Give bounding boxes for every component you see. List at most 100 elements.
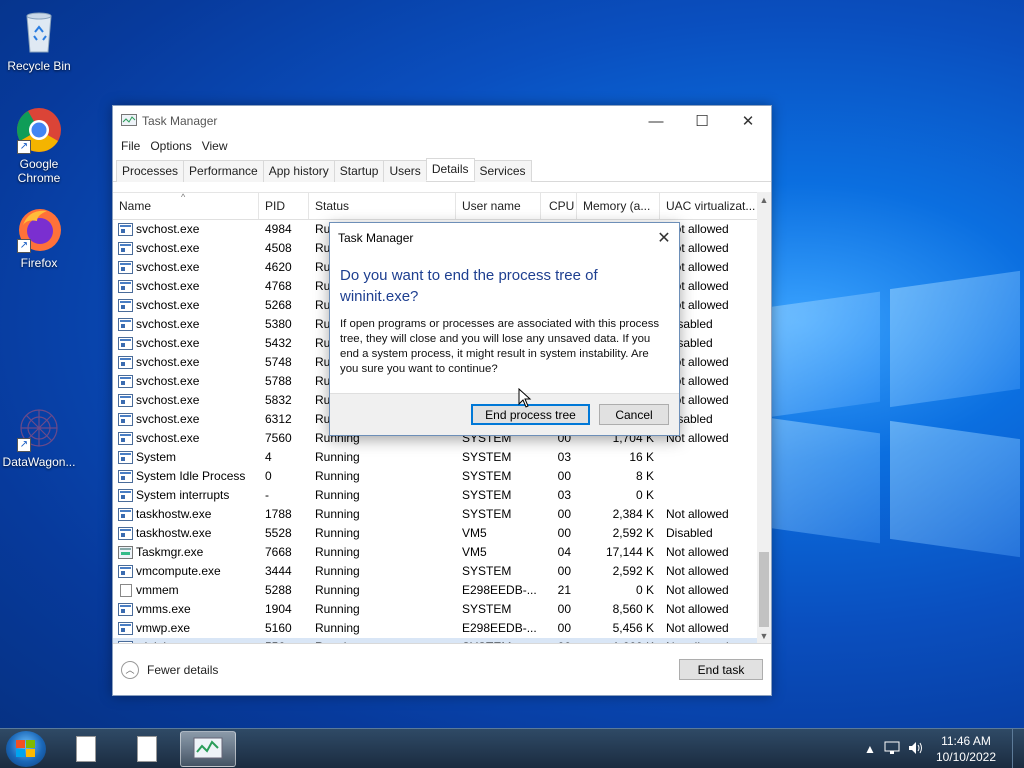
- vertical-scrollbar[interactable]: ▲ ▼: [757, 192, 771, 644]
- cell-status: Running: [315, 450, 360, 464]
- desktop-icon-datawagon[interactable]: ↗ DataWagon...: [0, 404, 78, 469]
- minimize-button[interactable]: —: [633, 106, 679, 136]
- process-icon: [118, 394, 133, 407]
- cell-user-name: VM5: [462, 545, 487, 559]
- column-header-uac[interactable]: UAC virtualizat...: [660, 193, 757, 219]
- taskbar-item-document-1[interactable]: [58, 731, 114, 767]
- clock[interactable]: 11:46 AM 10/10/2022: [936, 733, 996, 765]
- cell-name: svchost.exe: [113, 315, 259, 334]
- table-row[interactable]: Taskmgr.exe 7668 Running VM5 04 17,144 K Not a…: [113, 543, 757, 562]
- table-row[interactable]: vmcompute.exe 3444 Running SYSTEM 00 2,592 K N…: [113, 562, 757, 581]
- chrome-icon: ↗: [15, 106, 63, 154]
- process-name: System Idle Process: [136, 469, 246, 483]
- table-row[interactable]: System 4 Running SYSTEM 03 16 K: [113, 448, 757, 467]
- cell-uac: Not allowed: [666, 564, 729, 578]
- cell-cpu: 21: [557, 583, 571, 597]
- title-bar[interactable]: Task Manager — ☐ ✕: [113, 106, 771, 136]
- scroll-up-arrow-icon[interactable]: ▲: [757, 192, 771, 208]
- desktop-icon-firefox[interactable]: ↗ Firefox: [0, 205, 78, 270]
- column-header-name[interactable]: Name: [113, 193, 259, 219]
- process-name: svchost.exe: [136, 260, 200, 274]
- tab-processes[interactable]: Processes: [116, 160, 185, 182]
- process-icon: [118, 489, 133, 502]
- tab-details[interactable]: Details: [425, 158, 475, 181]
- process-icon: [118, 356, 133, 369]
- tab-users[interactable]: Users: [383, 160, 427, 182]
- scrollbar-thumb[interactable]: [759, 552, 769, 627]
- cell-pid: 4984: [265, 222, 292, 236]
- table-row[interactable]: taskhostw.exe 5528 Running VM5 00 2,592 K Disa…: [113, 524, 757, 543]
- desktop-icon-recycle-bin[interactable]: Recycle Bin: [0, 8, 78, 73]
- cell-pid: 3444: [265, 564, 292, 578]
- process-icon: [118, 527, 133, 540]
- show-desktop-button[interactable]: [1012, 729, 1024, 768]
- cell-status: Running: [315, 621, 360, 635]
- process-name: svchost.exe: [136, 298, 200, 312]
- cell-status: Running: [315, 545, 360, 559]
- tray-expand-icon[interactable]: ▲: [864, 742, 876, 756]
- cell-name: vmmem: [113, 581, 259, 600]
- process-icon: [118, 432, 133, 445]
- cell-uac: [660, 467, 757, 486]
- scroll-down-arrow-icon[interactable]: ▼: [757, 628, 771, 644]
- cell-pid: 4508: [265, 241, 292, 255]
- maximize-button[interactable]: ☐: [679, 106, 725, 136]
- cell-user-name: E298EEDB-...: [462, 621, 537, 635]
- dialog-title: Task Manager: [338, 231, 414, 245]
- table-row[interactable]: vmms.exe 1904 Running SYSTEM 00 8,560 K Not al…: [113, 600, 757, 619]
- menu-file[interactable]: File: [116, 139, 145, 153]
- tab-startup[interactable]: Startup: [333, 160, 385, 182]
- taskbar-item-document-2[interactable]: [119, 731, 175, 767]
- taskbar-item-task-manager[interactable]: [180, 731, 236, 767]
- column-header-memory[interactable]: Memory (a...: [577, 193, 660, 219]
- fewer-details-link[interactable]: ︿ Fewer details: [121, 660, 218, 679]
- cancel-button[interactable]: Cancel: [599, 404, 669, 425]
- cell-name: svchost.exe: [113, 296, 259, 315]
- tab-performance[interactable]: Performance: [183, 160, 264, 182]
- close-button[interactable]: ✕: [725, 106, 771, 136]
- process-icon: [118, 337, 133, 350]
- process-name: vmms.exe: [136, 602, 191, 616]
- firefox-icon: ↗: [15, 205, 63, 253]
- table-row[interactable]: System Idle Process 0 Running SYSTEM 00 8 K: [113, 467, 757, 486]
- cell-pid: 4768: [265, 279, 292, 293]
- process-icon: [118, 413, 133, 426]
- cell-pid: 5160: [265, 621, 292, 635]
- cell-pid: 5832: [265, 393, 292, 407]
- shortcut-arrow-icon: ↗: [17, 438, 31, 452]
- menu-options[interactable]: Options: [145, 139, 196, 153]
- dialog-close-button[interactable]: ✕: [649, 228, 679, 248]
- network-icon[interactable]: [884, 741, 900, 758]
- tab-app-history[interactable]: App history: [262, 160, 335, 182]
- menu-view[interactable]: View: [197, 139, 233, 153]
- dialog-button-bar: End process tree Cancel: [330, 393, 679, 435]
- cell-user-name: SYSTEM: [462, 469, 512, 483]
- cell-name: svchost.exe: [113, 334, 259, 353]
- table-row[interactable]: System interrupts - Running SYSTEM 03 0 K: [113, 486, 757, 505]
- desktop-icon-chrome[interactable]: ↗ Google Chrome: [0, 106, 78, 185]
- tab-services[interactable]: Services: [473, 160, 532, 182]
- column-header-cpu[interactable]: CPU: [541, 193, 577, 219]
- process-icon: [118, 223, 133, 236]
- process-icon: [118, 242, 133, 255]
- cell-name: svchost.exe: [113, 391, 259, 410]
- task-manager-icon: [121, 114, 137, 126]
- process-name: taskhostw.exe: [136, 507, 212, 521]
- cell-pid: 0: [265, 469, 272, 483]
- cell-uac: Not allowed: [666, 583, 729, 597]
- start-button[interactable]: [6, 731, 46, 767]
- cell-cpu: 00: [557, 564, 571, 578]
- column-header-pid[interactable]: PID: [259, 193, 309, 219]
- table-row[interactable]: vmwp.exe 5160 Running E298EEDB-... 00 5,456 K…: [113, 619, 757, 638]
- task-manager-icon: [193, 737, 223, 759]
- table-row[interactable]: vmmem 5288 Running E298EEDB-... 21 0 K Not all…: [113, 581, 757, 600]
- column-header-user-name[interactable]: User name: [456, 193, 541, 219]
- sort-up-icon: ^: [181, 192, 186, 202]
- column-header-status[interactable]: Status: [309, 193, 456, 219]
- dialog-title-bar[interactable]: Task Manager ✕: [330, 223, 679, 253]
- end-task-button[interactable]: End task: [679, 659, 763, 680]
- table-row[interactable]: taskhostw.exe 1788 Running SYSTEM 00 2,384 K N…: [113, 505, 757, 524]
- volume-icon[interactable]: [908, 741, 924, 758]
- document-icon: [137, 736, 157, 762]
- cell-pid: 4: [265, 450, 272, 464]
